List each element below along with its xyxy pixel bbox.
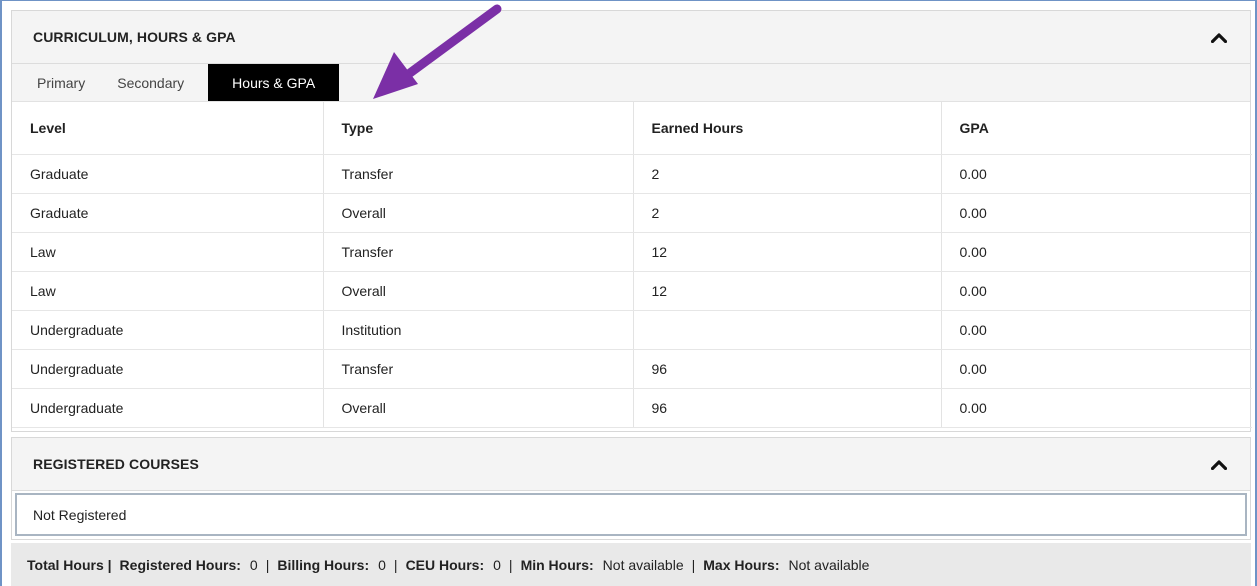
billing-hours-label: Billing Hours: bbox=[277, 556, 370, 573]
billing-hours-value: 0 bbox=[378, 556, 386, 573]
separator: | bbox=[393, 556, 398, 573]
registered-courses-header[interactable]: REGISTERED COURSES bbox=[12, 438, 1250, 491]
cell-level: Undergraduate bbox=[12, 349, 324, 389]
separator: | bbox=[508, 556, 513, 573]
cell-level: Law bbox=[12, 232, 324, 272]
tab-secondary[interactable]: Secondary bbox=[98, 64, 208, 101]
min-hours-value: Not available bbox=[602, 556, 684, 573]
table-row: Law Transfer 12 0.00 bbox=[12, 232, 1252, 272]
cell-gpa: 0.00 bbox=[941, 271, 1252, 311]
ceu-hours-label: CEU Hours: bbox=[405, 556, 485, 573]
table-row: Undergraduate Transfer 96 0.00 bbox=[12, 349, 1252, 389]
cell-level: Undergraduate bbox=[12, 388, 324, 428]
cell-level: Undergraduate bbox=[12, 310, 324, 350]
cell-gpa: 0.00 bbox=[941, 310, 1252, 350]
max-hours-label: Max Hours: bbox=[703, 556, 780, 573]
hours-gpa-table: Level Type Earned Hours GPA Graduate Tra… bbox=[12, 102, 1252, 428]
table-row: Undergraduate Institution 0.00 bbox=[12, 310, 1252, 350]
separator: | bbox=[691, 556, 696, 573]
registered-hours-label: Registered Hours: bbox=[119, 556, 241, 573]
cell-earned-hours: 12 bbox=[633, 271, 942, 311]
separator: | bbox=[265, 556, 270, 573]
cell-earned-hours: 96 bbox=[633, 349, 942, 389]
cell-earned-hours bbox=[633, 310, 942, 350]
cell-type: Transfer bbox=[323, 232, 634, 272]
max-hours-value: Not available bbox=[788, 556, 870, 573]
cell-type: Transfer bbox=[323, 349, 634, 389]
cell-type: Overall bbox=[323, 388, 634, 428]
ceu-hours-value: 0 bbox=[493, 556, 501, 573]
total-hours-label: Total Hours | bbox=[27, 556, 112, 573]
chevron-up-icon[interactable] bbox=[1210, 457, 1228, 471]
cell-gpa: 0.00 bbox=[941, 388, 1252, 428]
registered-courses-title: REGISTERED COURSES bbox=[33, 456, 199, 472]
tab-hours-gpa[interactable]: Hours & GPA bbox=[208, 64, 340, 101]
registered-hours-value: 0 bbox=[249, 556, 258, 573]
curriculum-tabs: Primary Secondary Hours & GPA bbox=[12, 64, 1250, 102]
cell-type: Overall bbox=[323, 193, 634, 233]
cell-earned-hours: 96 bbox=[633, 388, 942, 428]
cell-gpa: 0.00 bbox=[941, 349, 1252, 389]
tab-primary[interactable]: Primary bbox=[24, 64, 98, 101]
cell-level: Graduate bbox=[12, 193, 324, 233]
table-row: Law Overall 12 0.00 bbox=[12, 271, 1252, 311]
cell-gpa: 0.00 bbox=[941, 154, 1252, 194]
table-header-row: Level Type Earned Hours GPA bbox=[12, 102, 1252, 155]
curriculum-panel-title: CURRICULUM, HOURS & GPA bbox=[33, 29, 236, 45]
cell-earned-hours: 2 bbox=[633, 154, 942, 194]
registered-courses-message: Not Registered bbox=[15, 493, 1247, 536]
cell-type: Institution bbox=[323, 310, 634, 350]
cell-type: Overall bbox=[323, 271, 634, 311]
curriculum-panel-header[interactable]: CURRICULUM, HOURS & GPA bbox=[12, 11, 1250, 64]
table-row: Undergraduate Overall 96 0.00 bbox=[12, 388, 1252, 428]
curriculum-panel: CURRICULUM, HOURS & GPA Primary Secondar… bbox=[11, 10, 1252, 432]
chevron-up-icon[interactable] bbox=[1210, 30, 1228, 44]
table-row: Graduate Transfer 2 0.00 bbox=[12, 154, 1252, 194]
cell-level: Law bbox=[12, 271, 324, 311]
cell-gpa: 0.00 bbox=[941, 193, 1252, 233]
column-header-earned-hours[interactable]: Earned Hours bbox=[633, 102, 942, 155]
column-header-gpa[interactable]: GPA bbox=[941, 102, 1252, 155]
cell-gpa: 0.00 bbox=[941, 232, 1252, 272]
cell-earned-hours: 12 bbox=[633, 232, 942, 272]
cell-level: Graduate bbox=[12, 154, 324, 194]
cell-earned-hours: 2 bbox=[633, 193, 942, 233]
min-hours-label: Min Hours: bbox=[520, 556, 594, 573]
hours-summary-bar: Total Hours | Registered Hours: 0 | Bill… bbox=[11, 543, 1251, 586]
registered-courses-panel: REGISTERED COURSES Not Registered bbox=[11, 437, 1251, 540]
column-header-type[interactable]: Type bbox=[323, 102, 634, 155]
table-row: Graduate Overall 2 0.00 bbox=[12, 193, 1252, 233]
column-header-level[interactable]: Level bbox=[12, 102, 324, 155]
cell-type: Transfer bbox=[323, 154, 634, 194]
